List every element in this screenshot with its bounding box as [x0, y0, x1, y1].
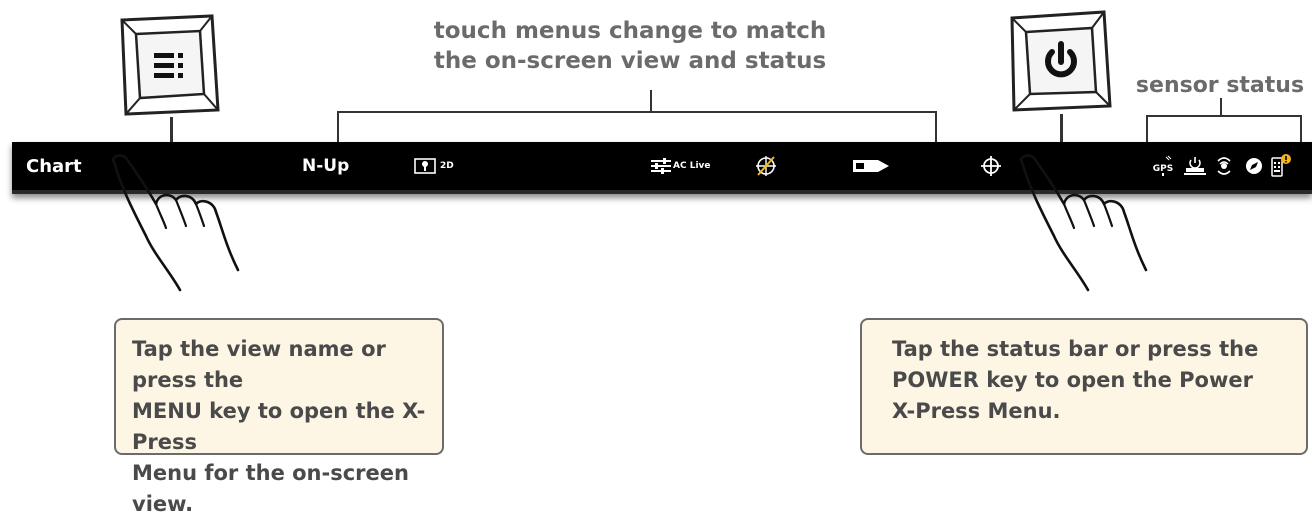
left-hand-pointer-icon [111, 154, 240, 292]
autochart-label: AC Live [673, 161, 711, 171]
sensor-bracket-bar [1146, 115, 1302, 117]
touch-menus-bracket-bar [337, 111, 937, 113]
battery-status[interactable] [1270, 142, 1292, 190]
right-callout: Tap the status bar or press the POWER ke… [860, 318, 1308, 455]
sensor-bracket-stem [1220, 98, 1222, 116]
left-callout: Tap the view name or press the MENU key … [114, 318, 444, 516]
compass-icon [1246, 158, 1262, 174]
sonar-status[interactable] [1214, 142, 1234, 190]
autochart-live-button[interactable]: AC Live [650, 142, 711, 190]
compass-status[interactable] [1244, 142, 1264, 190]
cursor-crosshair-icon [981, 156, 1001, 176]
menu-key[interactable] [116, 14, 222, 118]
sensor-status-caption: sensor status [1135, 73, 1305, 98]
view-name[interactable]: Chart [26, 142, 82, 190]
touch-menus-caption: touch menus change to match the on-scree… [433, 18, 827, 74]
menu-lines-icon [154, 53, 183, 78]
vessel-button[interactable] [852, 142, 890, 190]
chart-mode-label: 2D [440, 161, 454, 171]
cursor-button[interactable] [980, 142, 1002, 190]
touch-menus-bracket-stem [650, 90, 652, 112]
no-radar-icon [756, 156, 776, 176]
battery-alert-icon [1271, 154, 1291, 177]
power-key[interactable] [1006, 10, 1112, 114]
radar-button[interactable] [754, 142, 778, 190]
chart-mode-button[interactable]: 2D [414, 142, 454, 190]
sonar-icon [1217, 157, 1231, 175]
orientation-label[interactable]: N-Up [302, 142, 349, 190]
vessel-icon [853, 160, 889, 172]
right-hand-pointer-icon [1019, 154, 1148, 292]
autochart-live-icon [651, 158, 671, 174]
chart-mode-icon [414, 158, 436, 174]
